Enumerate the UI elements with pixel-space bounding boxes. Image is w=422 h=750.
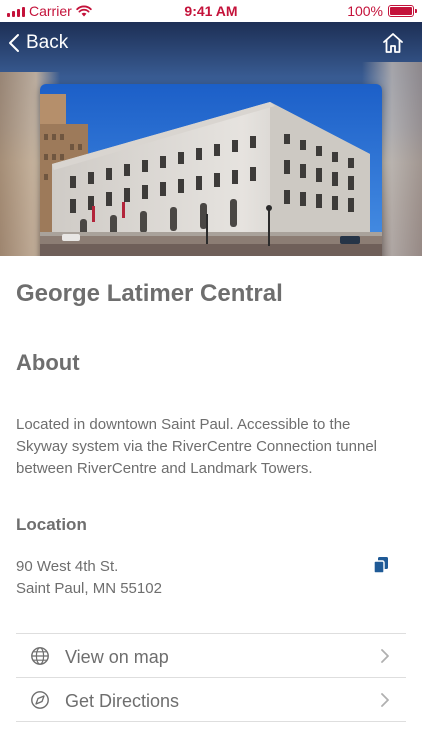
copy-address-button[interactable]	[372, 556, 396, 580]
copy-icon	[373, 557, 388, 574]
actions-list: View on map Get Directions	[16, 633, 406, 722]
compass-icon	[31, 691, 49, 709]
about-description: Located in downtown Saint Paul. Accessib…	[16, 416, 377, 477]
location-heading: Location	[16, 515, 87, 534]
get-directions-label: Get Directions	[65, 691, 180, 711]
building-photo	[40, 84, 382, 256]
home-icon	[383, 33, 403, 53]
battery-icon	[388, 5, 417, 17]
screen: Carrier 9:41 AM 100% Back George Latimer…	[0, 0, 422, 750]
chevron-left-icon	[9, 34, 19, 52]
back-button[interactable]: Back	[8, 32, 68, 54]
globe-icon	[31, 647, 49, 665]
view-on-map-row[interactable]: View on map	[16, 634, 406, 678]
back-label: Back	[26, 32, 69, 53]
home-button[interactable]	[382, 32, 404, 59]
about-heading: About	[16, 350, 80, 375]
address-block: 90 West 4th St. Saint Paul, MN 55102	[16, 556, 162, 600]
view-on-map-label: View on map	[65, 647, 169, 667]
place-title: George Latimer Central	[16, 280, 283, 307]
address-line-1: 90 West 4th St.	[16, 558, 119, 575]
chevron-right-icon	[381, 693, 389, 707]
battery-fill	[390, 7, 412, 15]
hero-header: Back	[0, 22, 422, 256]
address-line-2: Saint Paul, MN 55102	[16, 580, 162, 597]
battery-percent: 100%	[347, 3, 383, 19]
get-directions-row[interactable]: Get Directions	[16, 678, 406, 722]
place-photo	[40, 84, 382, 256]
status-right: 100%	[347, 3, 417, 19]
chevron-right-icon	[381, 649, 389, 663]
status-bar: Carrier 9:41 AM 100%	[0, 0, 422, 22]
